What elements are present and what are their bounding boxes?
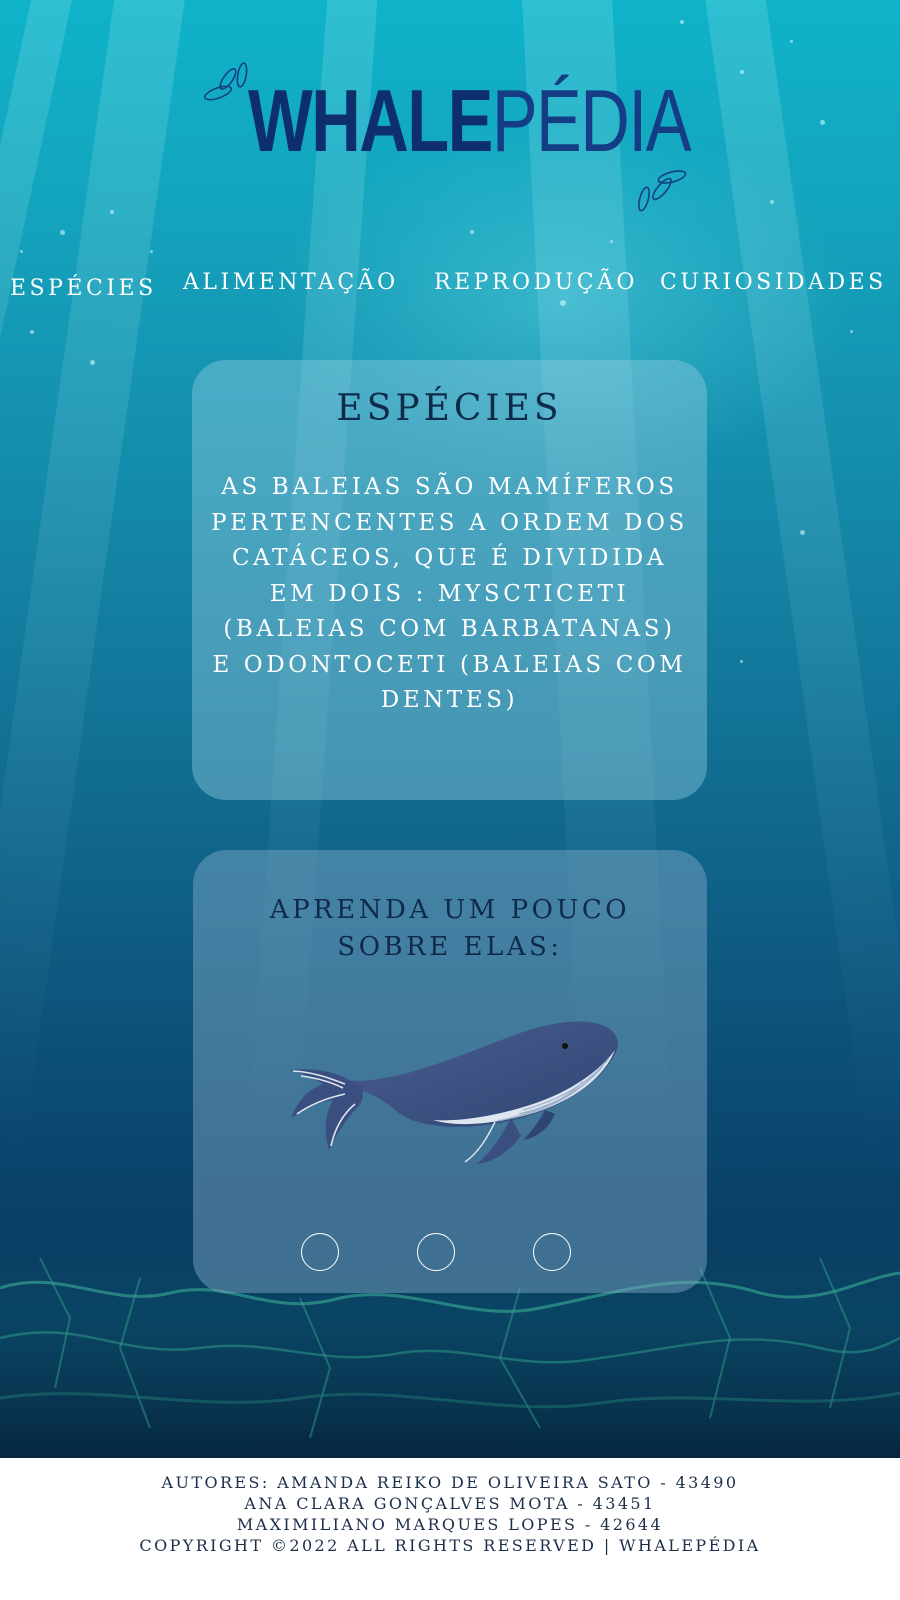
- footer-authors-line3: MAXIMILIANO MARQUES LOPES - 42644: [236, 1515, 664, 1534]
- footer-authors-line1: AUTORES: AMANDA REIKO DE OLIVEIRA SATO -…: [161, 1473, 739, 1492]
- footer-copyright: COPYRIGHT ©2022 ALL RIGHTS RESERVED | WH…: [139, 1536, 761, 1555]
- learn-card: APRENDA UM POUCO SOBRE ELAS:: [193, 850, 707, 1293]
- logo-bold-text: WHALE: [248, 71, 493, 170]
- carousel-dot-3[interactable]: [533, 1233, 571, 1271]
- learn-card-title: APRENDA UM POUCO SOBRE ELAS:: [193, 892, 707, 966]
- splash-right-icon: [638, 170, 687, 212]
- nav-item-reproducao[interactable]: REPRODUÇÃO: [434, 270, 638, 295]
- species-card-text: AS BALEIAS SÃO MAMÍFEROS PERTENCENTES A …: [211, 474, 688, 713]
- footer: AUTORES: AMANDA REIKO DE OLIVEIRA SATO -…: [0, 1458, 900, 1600]
- site-logo[interactable]: WHALEPÉDIA: [200, 55, 700, 220]
- logo-text: WHALEPÉDIA: [248, 77, 692, 165]
- whale-illustration: [289, 1021, 618, 1164]
- footer-authors-line2: ANA CLARA GONÇALVES MOTA - 43451: [244, 1494, 656, 1513]
- nav-item-curiosidades[interactable]: CURIOSIDADES: [660, 270, 887, 295]
- main-nav: ESPÉCIES ALIMENTAÇÃO REPRODUÇÃO CURIOSID…: [0, 270, 900, 310]
- species-card: ESPÉCIES AS BALEIAS SÃO MAMÍFEROS PERTEN…: [192, 360, 707, 800]
- carousel-dot-1[interactable]: [301, 1233, 339, 1271]
- learn-card-title-line2: SOBRE ELAS:: [337, 932, 563, 962]
- species-card-title: ESPÉCIES: [336, 388, 563, 429]
- carousel-dot-2[interactable]: [417, 1233, 455, 1271]
- learn-card-title-line1: APRENDA UM POUCO: [269, 895, 631, 925]
- nav-item-alimentacao[interactable]: ALIMENTAÇÃO: [183, 270, 399, 295]
- nav-item-especies[interactable]: ESPÉCIES: [10, 276, 157, 301]
